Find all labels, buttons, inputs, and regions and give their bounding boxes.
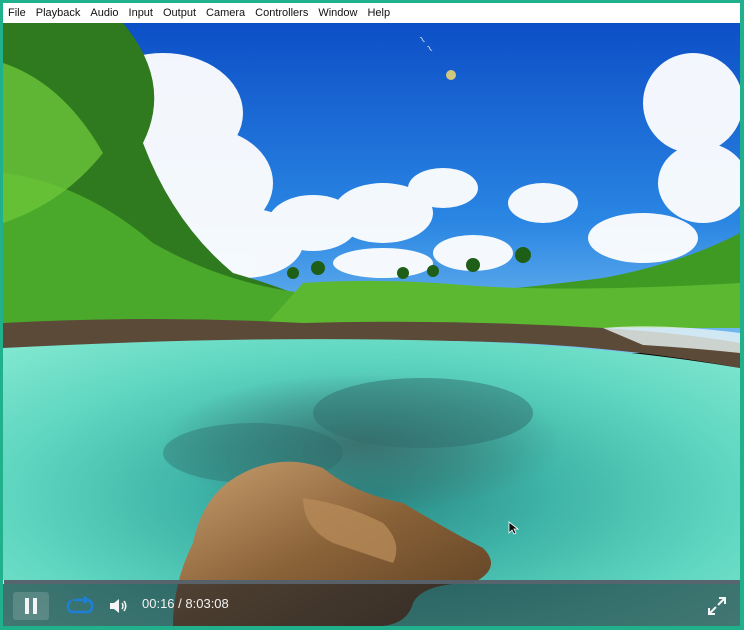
fullscreen-button[interactable] (704, 593, 730, 619)
menu-window[interactable]: Window (313, 3, 362, 23)
time-separator: / (174, 596, 186, 611)
player-window: File Playback Audio Input Output Camera … (3, 3, 740, 626)
pause-button[interactable] (13, 592, 49, 620)
volume-button[interactable] (105, 594, 131, 618)
menu-camera[interactable]: Camera (201, 3, 250, 23)
player-controls: 00:16 / 8:03:08 (3, 580, 740, 626)
menu-output[interactable]: Output (158, 3, 201, 23)
duration: 8:03:08 (185, 596, 229, 611)
menu-playback[interactable]: Playback (31, 3, 86, 23)
menu-file[interactable]: File (3, 3, 31, 23)
fullscreen-icon (708, 597, 726, 615)
menu-input[interactable]: Input (124, 3, 158, 23)
loop-icon (66, 596, 94, 614)
video-frame: ~ ~ (3, 23, 740, 626)
menu-bar: File Playback Audio Input Output Camera … (3, 3, 740, 23)
loop-button[interactable] (63, 594, 97, 618)
current-time: 00:16 (142, 596, 175, 611)
menu-help[interactable]: Help (362, 3, 395, 23)
seek-bar[interactable] (3, 580, 740, 584)
time-display: 00:16 / 8:03:08 (142, 596, 229, 611)
menu-audio[interactable]: Audio (85, 3, 123, 23)
menu-controllers[interactable]: Controllers (250, 3, 313, 23)
mouse-cursor-icon (508, 521, 520, 535)
video-viewport[interactable]: ~ ~ (3, 23, 740, 626)
volume-icon (110, 599, 127, 613)
pause-icon (25, 598, 37, 614)
